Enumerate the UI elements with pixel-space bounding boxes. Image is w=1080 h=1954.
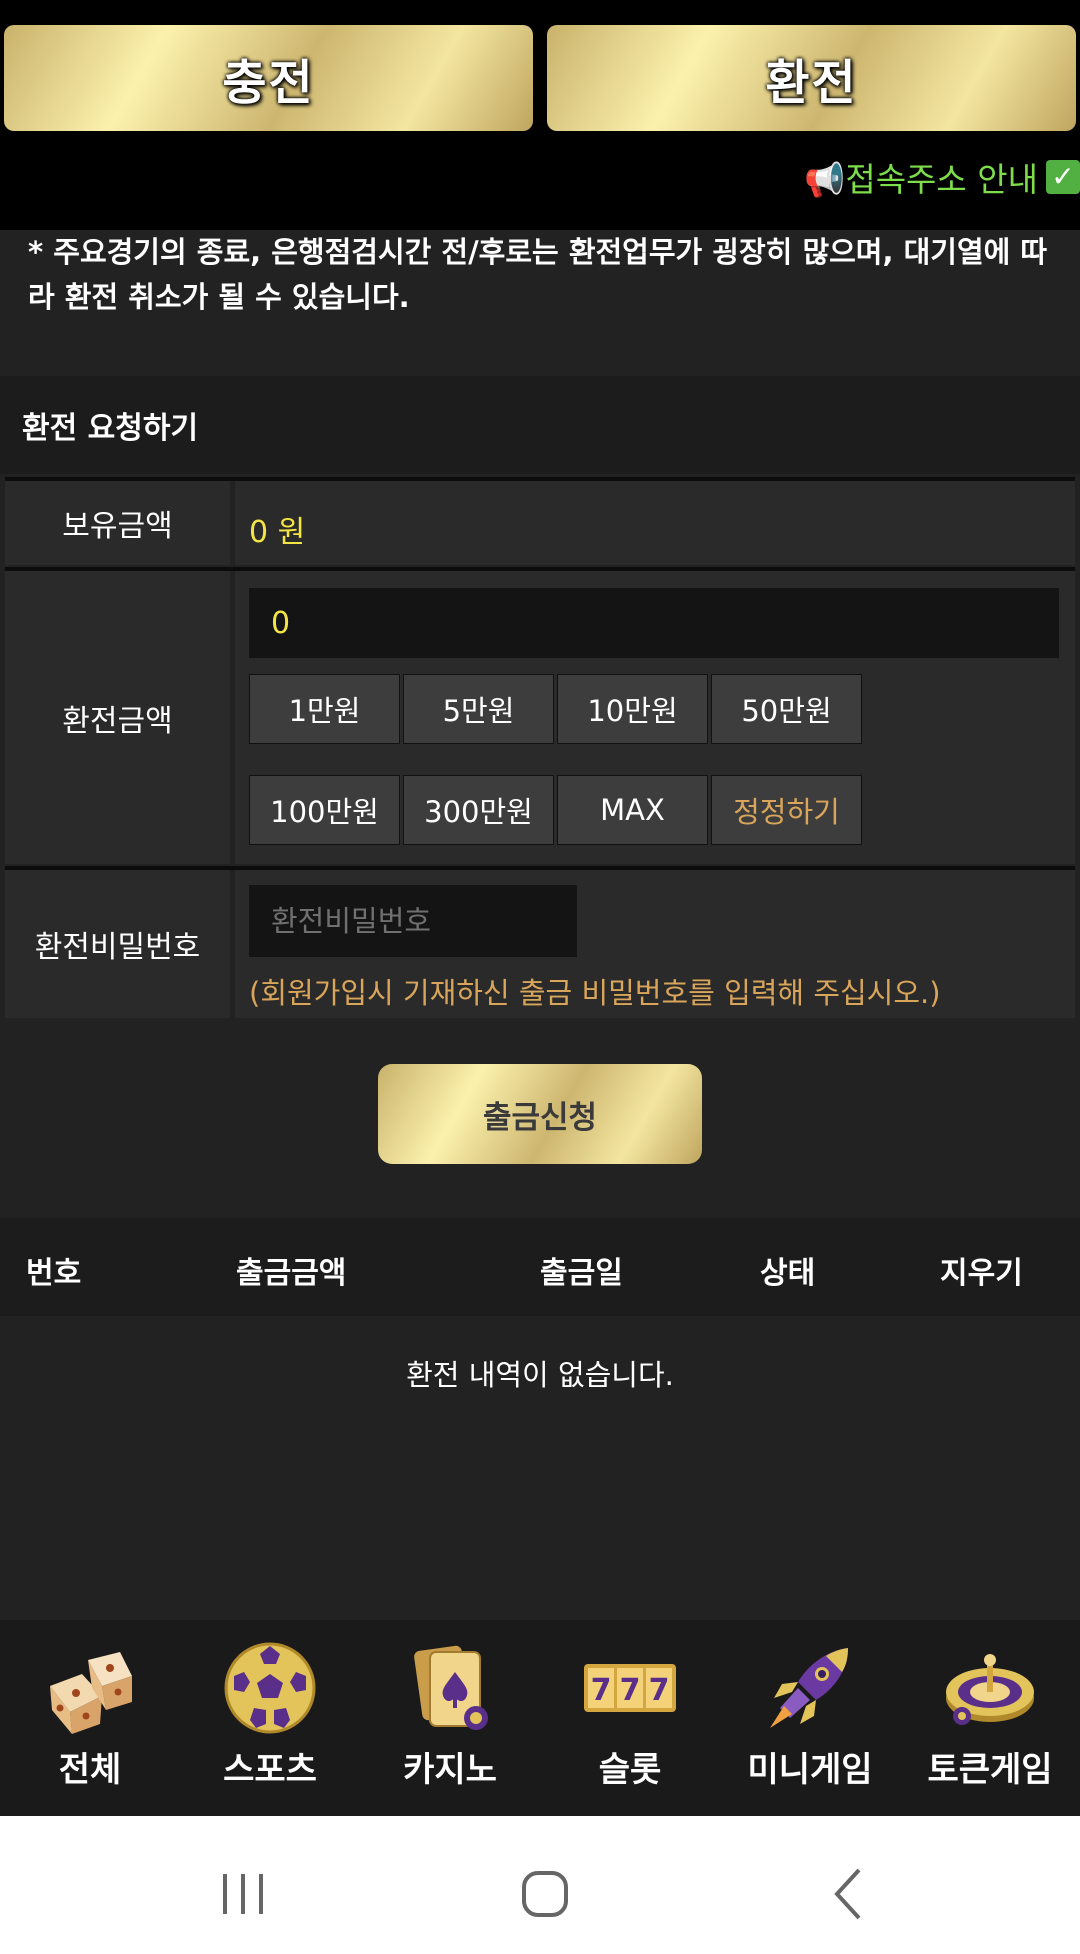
history-empty-message: 환전 내역이 없습니다. <box>406 1358 674 1392</box>
exchange-request-title: 환전 요청하기 <box>0 376 1080 474</box>
password-cell: (회원가입시 기재하신 출금 비밀번호를 입력해 주십시오.) <box>235 870 1075 1018</box>
check-mark-icon: ✓ <box>1046 160 1080 194</box>
balance-value: 0 원 <box>249 515 306 550</box>
dice-icon <box>50 1652 132 1734</box>
charge-button[interactable]: 충전 <box>4 25 533 131</box>
top-bar: 충전 환전 📢접속주소 안내 ✓ <box>0 0 1080 230</box>
column-header-delete: 지우기 <box>940 1256 1023 1291</box>
exchange-warning-text: * 주요경기의 종료, 은행점검시간 전/후로는 환전업무가 굉장히 많으며, … <box>28 235 1048 314</box>
exchange-password-input[interactable] <box>249 885 577 957</box>
amount-500k-button[interactable]: 50만원 <box>711 674 862 744</box>
access-address-notice-link[interactable]: 📢접속주소 안내 ✓ <box>804 152 1080 202</box>
amount-50k-button[interactable]: 5만원 <box>403 674 554 744</box>
rocket-icon <box>770 1648 848 1728</box>
svg-text:7: 7 <box>620 1673 641 1708</box>
nav-item-casino[interactable]: 카지노 <box>360 1620 540 1816</box>
amount-input[interactable] <box>249 588 1059 658</box>
soccer-ball-icon <box>224 1642 316 1734</box>
notice-link-label: 📢접속주소 안내 <box>804 160 1038 199</box>
bottom-nav: 전체 스포츠 카지노 7 7 7 슬롯 미니게임 토큰게임 <box>0 1620 1080 1816</box>
amount-1m-button[interactable]: 100만원 <box>249 775 400 845</box>
password-hint: (회원가입시 기재하신 출금 비밀번호를 입력해 주십시오.) <box>249 976 941 1010</box>
column-header-status: 상태 <box>760 1256 816 1291</box>
password-label: 환전비밀번호 <box>5 870 230 1018</box>
nav-item-token-game[interactable]: 토큰게임 <box>900 1620 1080 1816</box>
nav-item-slot[interactable]: 7 7 7 슬롯 <box>540 1620 720 1816</box>
amount-max-button[interactable]: MAX <box>557 775 708 845</box>
playing-cards-icon <box>414 1645 488 1730</box>
nav-label-token-game: 토큰게임 <box>927 1750 1053 1790</box>
amount-reset-button[interactable]: 정정하기 <box>711 775 862 845</box>
nav-label-all: 전체 <box>58 1750 122 1790</box>
column-header-amount: 출금금액 <box>236 1256 347 1291</box>
nav-label-minigame: 미니게임 <box>747 1750 873 1790</box>
balance-label: 보유금액 <box>5 481 230 565</box>
back-icon[interactable] <box>807 1854 887 1934</box>
amount-label: 환전금액 <box>5 571 230 864</box>
nav-item-all[interactable]: 전체 <box>0 1620 180 1816</box>
nav-item-sports[interactable]: 스포츠 <box>180 1620 360 1816</box>
column-header-date: 출금일 <box>540 1256 623 1291</box>
amount-10k-button[interactable]: 1만원 <box>249 674 400 744</box>
nav-label-sports: 스포츠 <box>223 1750 317 1790</box>
slot-777-icon: 7 7 7 <box>584 1664 676 1712</box>
roulette-icon <box>946 1654 1034 1725</box>
recent-apps-icon[interactable] <box>203 1854 283 1934</box>
withdraw-request-button[interactable]: 출금신청 <box>378 1064 702 1164</box>
amount-cell: 1만원 5만원 10만원 50만원 100만원 300만원 MAX 정정하기 <box>235 571 1075 864</box>
svg-text:7: 7 <box>649 1673 670 1708</box>
svg-text:7: 7 <box>591 1673 612 1708</box>
history-table-header: 번호 출금금액 출금일 상태 지우기 <box>0 1218 1080 1316</box>
system-navigation-bar <box>0 1816 1080 1954</box>
amount-3m-button[interactable]: 300만원 <box>403 775 554 845</box>
nav-item-minigame[interactable]: 미니게임 <box>720 1620 900 1816</box>
home-icon[interactable] <box>505 1854 585 1934</box>
balance-cell: 0 원 <box>235 481 1075 565</box>
exchange-button[interactable]: 환전 <box>547 25 1076 131</box>
column-header-number: 번호 <box>26 1256 82 1291</box>
nav-label-casino: 카지노 <box>403 1750 497 1790</box>
amount-100k-button[interactable]: 10만원 <box>557 674 708 744</box>
nav-label-slot: 슬롯 <box>598 1750 662 1790</box>
